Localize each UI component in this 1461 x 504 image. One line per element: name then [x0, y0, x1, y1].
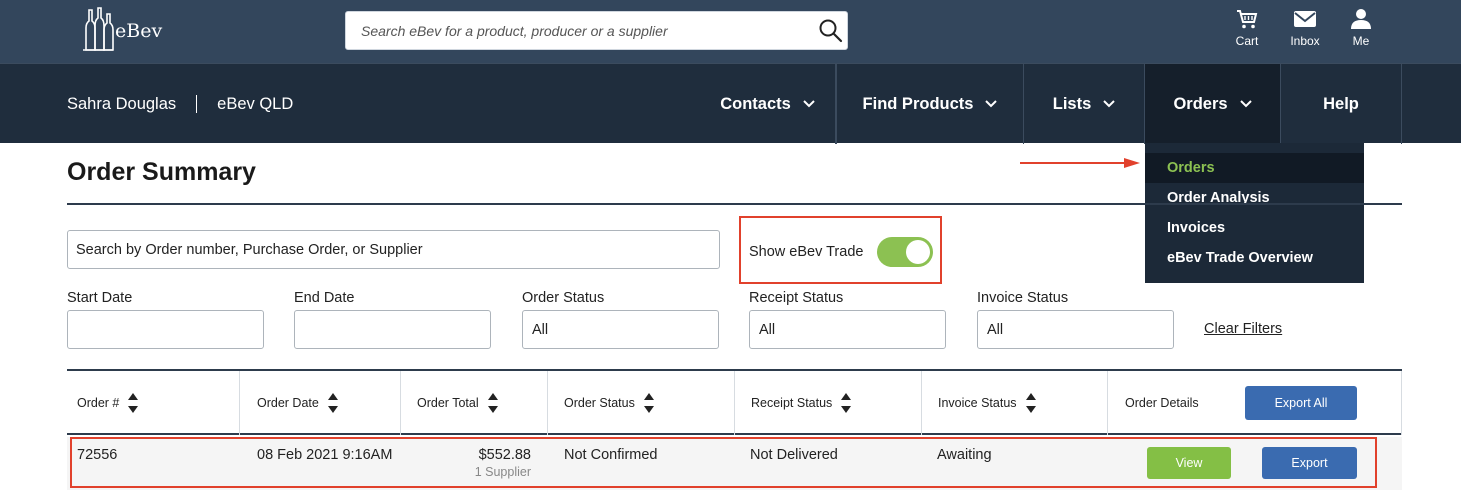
sort-icon[interactable] [487, 390, 499, 416]
receipt-status-label: Receipt Status [749, 290, 844, 306]
cart-link[interactable]: Cart [1222, 8, 1272, 48]
chevron-down-icon [985, 100, 998, 108]
company-name: eBev QLD [217, 94, 294, 113]
menu-item-orders[interactable]: Orders [1145, 153, 1364, 183]
me-link[interactable]: Me [1336, 8, 1386, 48]
nav-lists[interactable]: Lists [1024, 64, 1145, 144]
title-divider [67, 203, 1402, 205]
annotation-arrow [1020, 158, 1140, 168]
menu-item-ebev-trade-overview[interactable]: eBev Trade Overview [1145, 243, 1364, 273]
user-separator [196, 95, 198, 113]
user-name: Sahra Douglas [67, 94, 177, 113]
column-label: Order Total [417, 396, 479, 410]
chevron-down-icon [803, 100, 815, 108]
order-status-select[interactable] [523, 311, 718, 348]
nav-contacts[interactable]: Contacts [700, 64, 836, 144]
column-header-receipt-status[interactable]: Receipt Status [735, 371, 922, 435]
sort-icon[interactable] [643, 390, 655, 416]
search-icon[interactable] [817, 17, 845, 45]
inbox-icon [1294, 11, 1316, 27]
me-icon [1351, 9, 1371, 29]
nav-orders-label: Orders [1173, 94, 1228, 113]
receipt-status-select[interactable] [750, 311, 945, 348]
order-status-field [522, 310, 719, 349]
cart-label: Cart [1235, 34, 1259, 48]
nav-orders[interactable]: Orders [1145, 64, 1281, 144]
ebev-logo[interactable]: eBev [80, 6, 162, 52]
start-date-input[interactable] [68, 311, 263, 348]
orders-table-header: Order # Order Date Order Total Order Sta… [67, 369, 1402, 435]
sort-icon[interactable] [1025, 390, 1037, 416]
menu-item-invoices[interactable]: Invoices [1145, 213, 1364, 243]
nav-help-label: Help [1323, 94, 1359, 113]
sort-icon[interactable] [840, 390, 852, 416]
top-bar: eBev Cart Inbox Me [0, 0, 1461, 63]
orders-dropdown-menu: Orders Order Analysis Invoices eBev Trad… [1145, 143, 1364, 283]
receipt-status-field [749, 310, 946, 349]
end-date-input[interactable] [295, 311, 490, 348]
me-label: Me [1352, 34, 1370, 48]
clear-filters-link[interactable]: Clear Filters [1204, 321, 1282, 337]
nav-find-products[interactable]: Find Products [836, 64, 1024, 144]
bottles-logo-icon [83, 7, 114, 51]
nav-contacts-label: Contacts [720, 94, 791, 113]
sort-icon[interactable] [327, 390, 339, 416]
order-search [67, 230, 720, 269]
menu-item-order-analysis[interactable]: Order Analysis [1145, 183, 1364, 213]
column-label: Order Details [1125, 396, 1199, 410]
column-header-order-status[interactable]: Order Status [548, 371, 735, 435]
chevron-down-icon [1103, 100, 1115, 108]
annotation-highlight-toggle [739, 216, 942, 284]
column-label: Invoice Status [938, 396, 1017, 410]
start-date-field [67, 310, 264, 349]
column-label: Order Date [257, 396, 319, 410]
order-search-input[interactable] [68, 231, 719, 268]
main-nav: Sahra Douglas eBev QLD Contacts Find Pro… [0, 63, 1461, 144]
invoice-status-label: Invoice Status [977, 290, 1069, 306]
user-info: Sahra Douglas eBev QLD [67, 64, 293, 144]
end-date-label: End Date [294, 290, 355, 306]
page-title: Order Summary [67, 158, 256, 186]
column-header-order-number[interactable]: Order # [67, 371, 240, 435]
nav-help[interactable]: Help [1281, 64, 1402, 144]
nav-lists-label: Lists [1052, 94, 1092, 113]
end-date-field [294, 310, 491, 349]
order-status-label: Order Status [522, 290, 605, 306]
column-header-invoice-status[interactable]: Invoice Status [922, 371, 1108, 435]
inbox-link[interactable]: Inbox [1280, 8, 1330, 48]
inbox-label: Inbox [1290, 34, 1320, 48]
start-date-label: Start Date [67, 290, 133, 306]
invoice-status-select[interactable] [978, 311, 1173, 348]
chevron-down-icon [1239, 100, 1252, 108]
column-label: Order Status [564, 396, 635, 410]
cart-icon [1237, 10, 1258, 29]
global-search-input[interactable] [346, 12, 786, 49]
nav-find-products-label: Find Products [862, 94, 974, 113]
column-label: Receipt Status [751, 396, 833, 410]
global-search [345, 11, 848, 50]
invoice-status-field [977, 310, 1174, 349]
export-all-button[interactable]: Export All [1245, 386, 1357, 420]
logo-text: eBev [115, 20, 163, 42]
column-header-order-date[interactable]: Order Date [240, 371, 401, 435]
sort-icon[interactable] [127, 390, 139, 416]
column-header-order-total[interactable]: Order Total [401, 371, 548, 435]
annotation-highlight-row [70, 437, 1377, 488]
column-label: Order # [77, 396, 120, 410]
